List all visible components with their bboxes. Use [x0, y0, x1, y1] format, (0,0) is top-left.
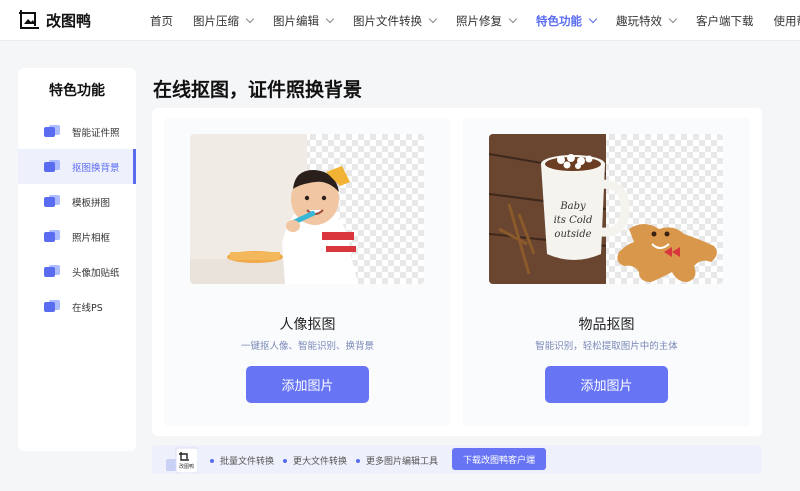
- add-image-button[interactable]: 添加图片: [545, 366, 668, 403]
- frame-icon: [44, 230, 60, 243]
- chevron-down-icon: [325, 14, 335, 24]
- chevron-down-icon: [588, 14, 598, 24]
- object-sample-image: Baby its Cold outside: [489, 134, 723, 284]
- sticker-icon: [44, 265, 60, 278]
- sidebar-item-id-photo[interactable]: 智能证件照: [18, 114, 136, 149]
- collage-icon: [44, 195, 60, 208]
- sidebar: 特色功能 智能证件照 抠图换背景 模板拼图 照片相框 头像加贴纸 在线PS: [18, 68, 136, 451]
- card-description: 智能识别，轻松提取图片中的主体: [535, 341, 678, 352]
- nav-label: 图片压缩: [193, 13, 239, 28]
- nav-special-features[interactable]: 特色功能: [536, 13, 598, 29]
- bullet-dot: [283, 458, 287, 463]
- svg-text:Baby: Baby: [559, 201, 586, 212]
- nav-label: 趣玩特效: [616, 13, 662, 28]
- nav-home[interactable]: 首页: [150, 13, 173, 29]
- feature-item: 批量文件转换: [210, 454, 274, 467]
- chevron-down-icon: [428, 14, 438, 24]
- svg-text:outside: outside: [554, 229, 591, 240]
- nav-help[interactable]: 使用帮助: [774, 13, 800, 29]
- logo-text: 改图鸭: [46, 11, 92, 30]
- sidebar-item-label: 头像加贴纸: [72, 267, 120, 279]
- card-description: 一键抠人像、智能识别、换背景: [240, 341, 374, 352]
- add-image-button[interactable]: 添加图片: [246, 366, 369, 403]
- sidebar-item-sticker[interactable]: 头像加贴纸: [18, 254, 136, 289]
- nav-label: 图片编辑: [273, 13, 319, 28]
- logo[interactable]: 改图鸭: [18, 9, 91, 31]
- ps-icon: [44, 300, 60, 313]
- nav-photo-repair[interactable]: 照片修复: [456, 13, 518, 29]
- nav-image-compress[interactable]: 图片压缩: [193, 13, 255, 29]
- sidebar-item-collage[interactable]: 模板拼图: [18, 184, 136, 219]
- logo-icon: [19, 10, 39, 29]
- object-cutout-card: Baby its Cold outside 物品抠图 智能识别，轻松提取图片中的…: [463, 118, 750, 426]
- feature-label: 更多图片编辑工具: [366, 457, 439, 467]
- id-photo-icon: [44, 125, 60, 138]
- portrait-cutout-card: 人像抠图 一键抠人像、智能识别、换背景 添加图片: [164, 118, 451, 426]
- nav-client-download[interactable]: 客户端下载: [696, 13, 754, 29]
- sidebar-item-label: 在线PS: [72, 302, 103, 314]
- nav-label: 首页: [150, 13, 173, 28]
- tool-panel: 人像抠图 一键抠人像、智能识别、换背景 添加图片 Baby its Cold o…: [152, 108, 762, 436]
- sidebar-item-cutout[interactable]: 抠图换背景: [18, 149, 136, 184]
- bullet-dot: [356, 458, 360, 463]
- svg-text:its Cold: its Cold: [554, 215, 593, 226]
- sidebar-item-label: 照片相框: [72, 232, 111, 244]
- page-title: 在线抠图，证件照换背景: [153, 79, 363, 101]
- feature-label: 更大文件转换: [293, 457, 348, 467]
- nav-fun-effects[interactable]: 趣玩特效: [616, 13, 678, 29]
- feature-label: 批量文件转换: [220, 457, 275, 467]
- sidebar-item-label: 智能证件照: [72, 127, 120, 139]
- bullet-dot: [210, 458, 214, 463]
- cutout-icon: [44, 160, 60, 173]
- card-title: 物品抠图: [578, 317, 635, 333]
- client-promo-bar: 改图鸭 批量文件转换 更大文件转换 更多图片编辑工具 下载改图鸭客户端: [152, 445, 762, 474]
- sidebar-item-frame[interactable]: 照片相框: [18, 219, 136, 254]
- top-navbar: 改图鸭 首页 图片压缩 图片编辑 图片文件转换 照片修复 特色功能 趣玩特效 客…: [0, 0, 800, 41]
- nav-label: 图片文件转换: [353, 13, 422, 28]
- chevron-down-icon: [245, 14, 255, 24]
- sidebar-item-label: 抠图换背景: [72, 162, 120, 174]
- card-title: 人像抠图: [279, 317, 336, 333]
- client-logo-text: 改图鸭: [179, 464, 195, 470]
- nav-label: 特色功能: [536, 13, 582, 28]
- sidebar-item-label: 模板拼图: [72, 197, 111, 209]
- nav-file-convert[interactable]: 图片文件转换: [353, 13, 438, 29]
- sidebar-item-online-ps[interactable]: 在线PS: [18, 289, 136, 324]
- portrait-sample-image: [190, 134, 424, 284]
- chevron-down-icon: [668, 14, 678, 24]
- sidebar-title: 特色功能: [49, 83, 105, 99]
- nav-image-edit[interactable]: 图片编辑: [273, 13, 335, 29]
- main-nav: 首页 图片压缩 图片编辑 图片文件转换 照片修复 特色功能 趣玩特效 客户端下载…: [150, 0, 800, 41]
- download-client-button[interactable]: 下载改图鸭客户端: [452, 448, 546, 470]
- nav-label: 照片修复: [456, 13, 502, 28]
- chevron-down-icon: [508, 14, 518, 24]
- feature-item: 更大文件转换: [283, 454, 347, 467]
- feature-item: 更多图片编辑工具: [356, 454, 438, 467]
- nav-label: 使用帮助: [773, 13, 800, 28]
- nav-label: 客户端下载: [696, 13, 754, 28]
